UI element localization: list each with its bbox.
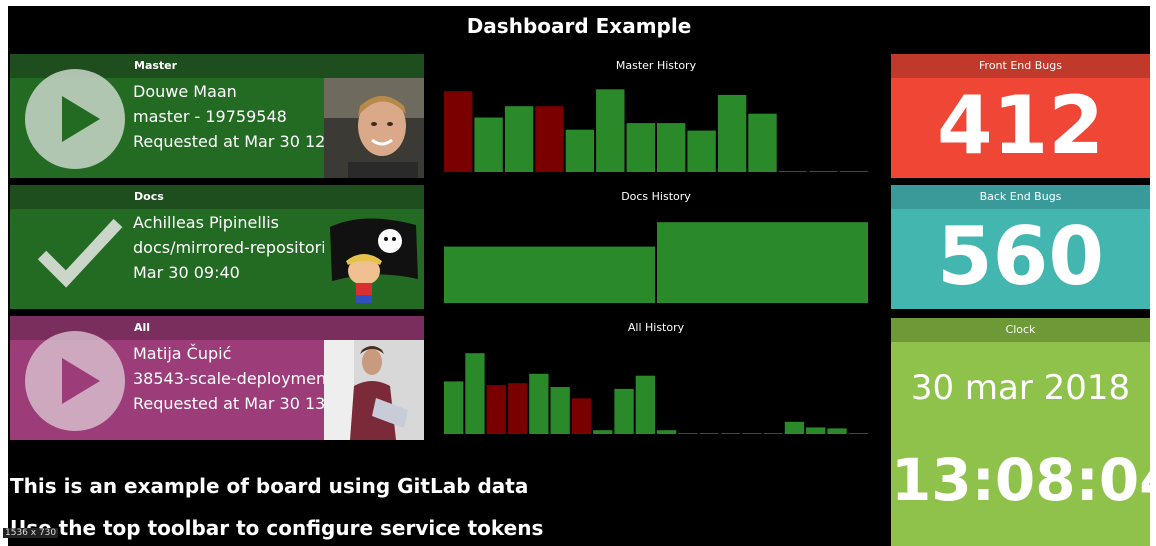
history-bar-success <box>742 433 762 434</box>
history-bar-success <box>678 433 698 434</box>
play-icon <box>25 69 125 169</box>
build-tile-all[interactable]: All Matija Čupić 38543-scale-deployment … <box>10 316 424 440</box>
history-bar-success <box>444 381 464 434</box>
chart-plot <box>444 353 868 434</box>
checkmark-icon <box>37 218 123 288</box>
build-author: Matija Čupić <box>133 344 232 363</box>
history-bar-success <box>657 430 677 434</box>
history-bar-success <box>657 123 686 172</box>
build-tile-master[interactable]: Master Douwe Maan master - 19759548 Requ… <box>10 54 424 178</box>
history-bar-success <box>720 433 741 434</box>
avatar <box>324 78 424 178</box>
avatar <box>324 209 424 309</box>
history-bar-success <box>657 222 868 303</box>
history-bar-success <box>839 171 868 172</box>
chart-plot <box>444 222 868 303</box>
bug-count: 412 <box>937 79 1104 172</box>
tile-label: Front End Bugs <box>891 54 1150 78</box>
build-ref: docs/mirrored-repositories <box>133 238 338 257</box>
history-bar-success <box>593 430 613 434</box>
history-bar-success <box>465 353 485 434</box>
tile-label: Back End Bugs <box>891 185 1150 209</box>
bug-count: 560 <box>937 210 1104 303</box>
history-bar-success <box>635 375 655 434</box>
history-bar-success <box>474 117 503 172</box>
window-frame: Dashboard Example Master Douwe Maan mast… <box>0 0 1156 546</box>
history-bar-success <box>848 433 868 434</box>
back-end-bugs-tile[interactable]: Back End Bugs 560 <box>891 185 1150 309</box>
play-icon <box>25 331 125 431</box>
dashboard: Dashboard Example Master Douwe Maan mast… <box>8 6 1150 546</box>
history-bar-failed <box>486 385 506 434</box>
chart-title: All History <box>627 321 685 334</box>
history-bar-success <box>626 123 655 172</box>
history-bar-success <box>806 427 826 434</box>
history-bar-success <box>529 373 549 434</box>
history-bar-success <box>748 113 777 172</box>
history-bar-success <box>827 428 847 434</box>
footer-line-1: This is an example of board using GitLab… <box>10 474 529 498</box>
history-bar-failed <box>571 398 592 434</box>
build-ref: master - 19759548 <box>133 107 287 126</box>
build-ref: 38543-scale-deployment <box>133 369 333 388</box>
history-bar-success <box>699 433 719 434</box>
page-title: Dashboard Example <box>466 14 692 38</box>
clock-date: 30 mar 2018 <box>910 368 1131 408</box>
history-bar-failed <box>535 106 564 172</box>
build-time: Mar 30 09:40 <box>133 263 240 282</box>
history-bar-success <box>504 106 534 172</box>
tile-label: Clock <box>891 318 1150 342</box>
build-author: Douwe Maan <box>133 82 237 101</box>
history-bar-success <box>763 433 783 434</box>
build-author: Achilleas Pipinellis <box>133 213 280 232</box>
build-time: Requested at Mar 30 12: <box>133 132 331 151</box>
footer-line-2: Use the top toolbar to configure service… <box>10 516 544 540</box>
build-tile-docs[interactable]: Docs Achilleas Pipinellis docs/mirrored-… <box>10 185 424 309</box>
history-bar-failed <box>507 383 528 434</box>
clock-tile[interactable]: Clock 30 mar 2018 13:08:04 <box>891 318 1150 546</box>
history-bar-success <box>614 388 634 434</box>
history-bar-success <box>809 171 838 172</box>
history-bar-success <box>565 129 595 172</box>
history-bar-success <box>778 171 808 172</box>
build-time: Requested at Mar 30 13: <box>133 394 331 413</box>
history-bar-success <box>784 421 805 434</box>
history-bar-success <box>596 89 625 172</box>
chart-plot <box>444 89 868 172</box>
front-end-bugs-tile[interactable]: Front End Bugs 412 <box>891 54 1150 178</box>
docs-history-chart: Docs History <box>444 185 868 309</box>
master-history-chart: Master History <box>444 54 868 178</box>
all-history-chart: All History <box>444 316 868 440</box>
chart-title: Master History <box>615 59 697 72</box>
history-bar-failed <box>444 91 473 172</box>
history-bar-success <box>550 387 570 434</box>
chart-title: Docs History <box>621 190 691 203</box>
history-bar-success <box>444 246 655 303</box>
history-bar-success <box>717 94 747 172</box>
dimensions-label: 1536 x 730 <box>3 528 59 538</box>
avatar <box>324 340 424 440</box>
history-bar-success <box>687 130 716 172</box>
clock-time: 13:08:04 <box>891 446 1150 514</box>
